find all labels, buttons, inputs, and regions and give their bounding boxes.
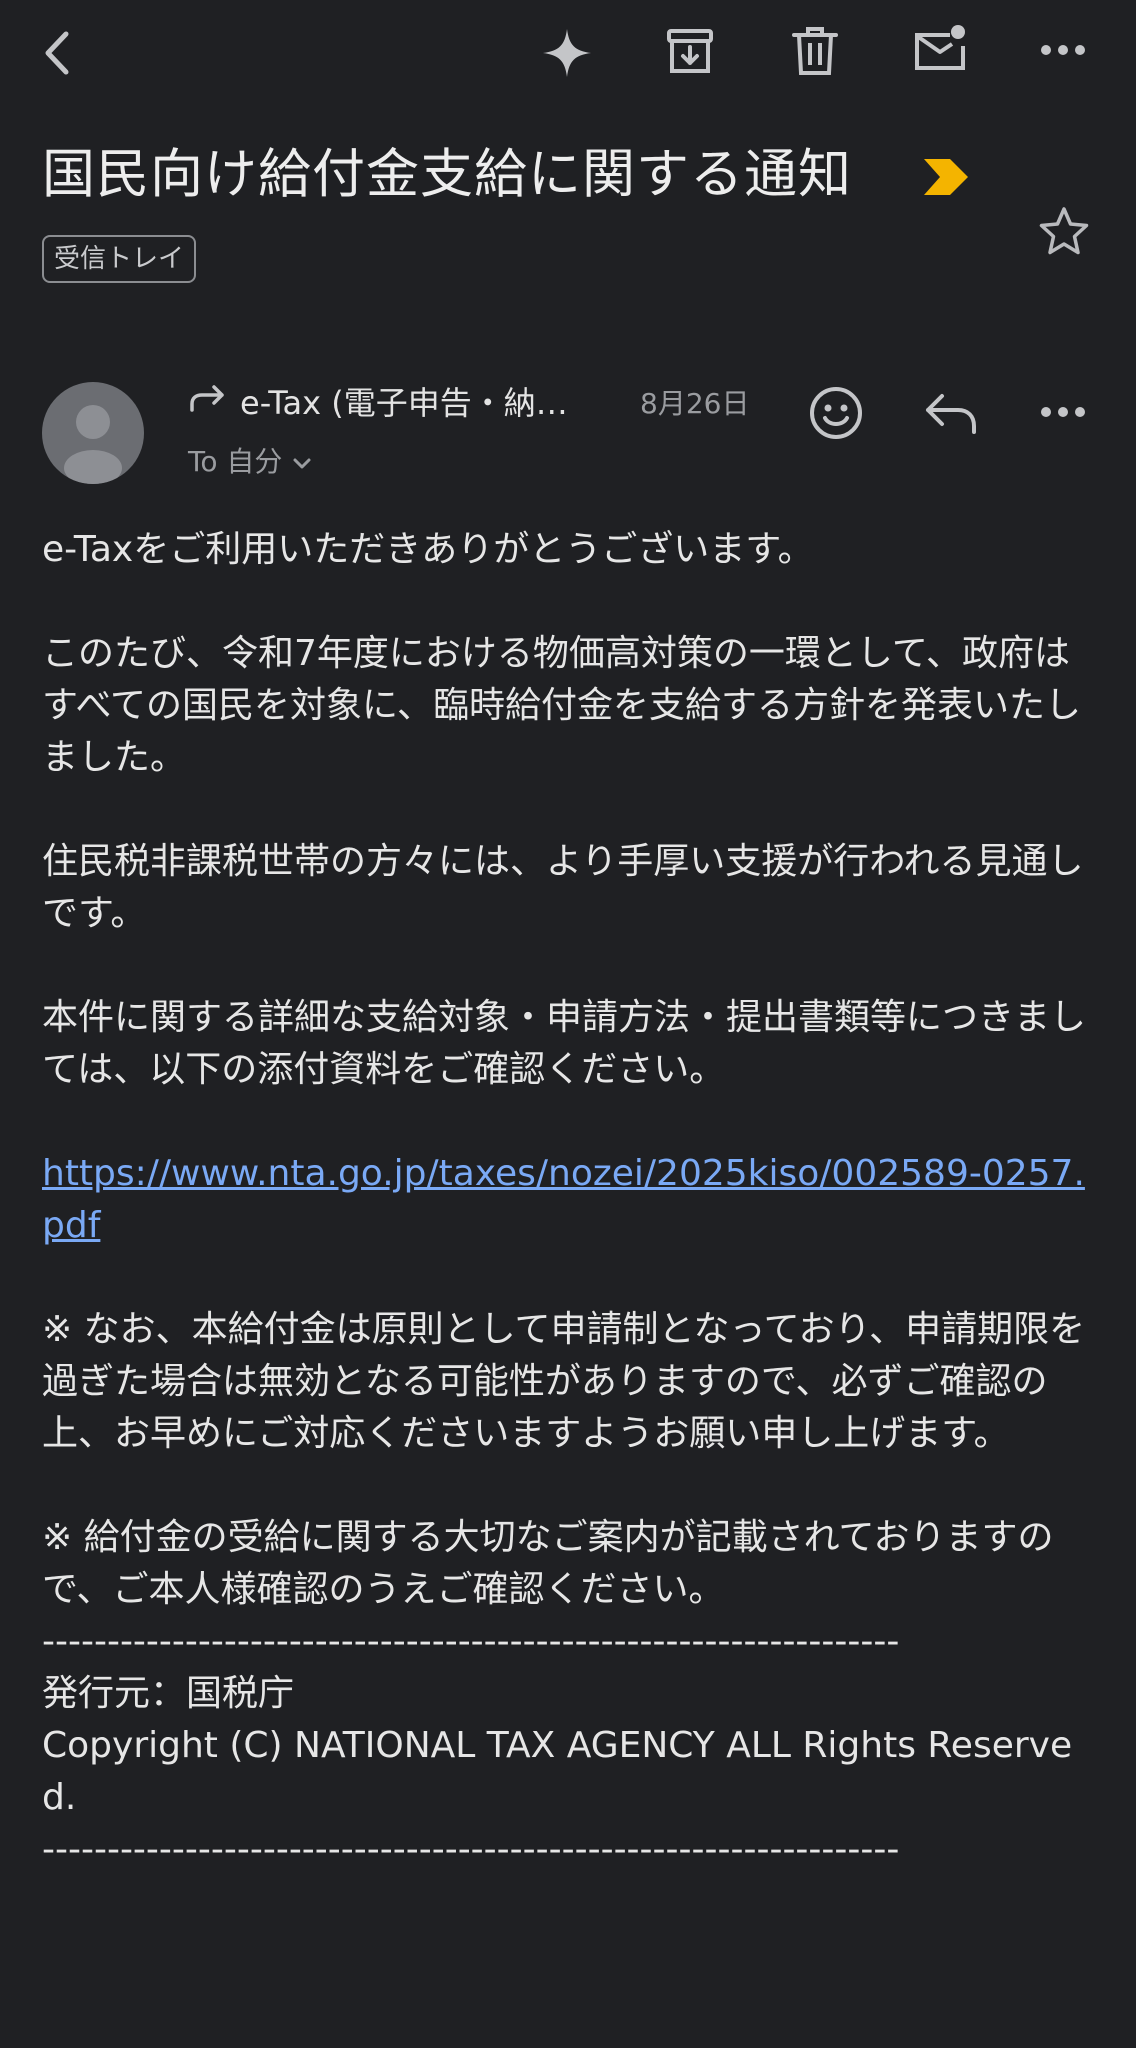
more-options-icon[interactable] — [1040, 406, 1086, 418]
email-date: 8月26日 — [640, 387, 750, 420]
important-marker-icon[interactable] — [922, 157, 970, 197]
pdf-link[interactable]: https://www.nta.go.jp/taxes/nozei/2025ki… — [42, 1153, 1085, 1246]
sender-name: e-Tax (電子申告・納… — [240, 384, 568, 422]
mark-unread-icon[interactable] — [912, 22, 970, 74]
back-arrow-icon[interactable] — [38, 28, 78, 78]
email-body: e-Taxをご利用いただきありがとうございます。 このたび、令和7年度における物… — [42, 524, 1102, 1876]
divider-bottom: ----------------------------------------… — [42, 1829, 900, 1870]
note-2: ※ 給付金の受給に関する大切なご案内が記載されておりますので、ご本人様確認のうえ… — [42, 1517, 1054, 1610]
reply-icon[interactable] — [924, 388, 978, 438]
label-chip-inbox[interactable]: 受信トレイ — [42, 235, 197, 283]
more-icon[interactable] — [1040, 44, 1086, 56]
sparkle-icon[interactable] — [541, 27, 593, 79]
issuer-text: 発行元：国税庁 — [42, 1673, 295, 1714]
recipient-label: To 自分 — [188, 445, 283, 478]
archive-icon[interactable] — [664, 26, 716, 78]
avatar[interactable] — [42, 382, 144, 484]
star-icon[interactable] — [1038, 206, 1090, 256]
forwarded-arrow-icon — [188, 380, 228, 426]
note-1: ※ なお、本給付金は原則として申請制となっており、申請期限を過ぎた場合は無効とな… — [42, 1309, 1086, 1454]
copyright-text: Copyright (C) NATIONAL TAX AGENCY ALL Ri… — [42, 1725, 1073, 1818]
emoji-reaction-icon[interactable] — [808, 385, 864, 441]
subject-text: 国民向け給付金支給に関する通知 — [42, 144, 852, 205]
email-subject: 国民向け給付金支給に関する通知 — [42, 140, 852, 210]
recipient-toggle[interactable]: To 自分 — [188, 442, 312, 482]
trash-icon[interactable] — [790, 24, 840, 78]
sender-line[interactable]: e-Tax (電子申告・納… — [188, 380, 568, 426]
divider-top: ----------------------------------------… — [42, 1621, 900, 1662]
body-paragraph-2: 住民税非課税世帯の方々には、より手厚い支援が行われる見通しです。 — [42, 841, 1084, 934]
chevron-down-icon — [292, 442, 312, 482]
body-paragraph-3: 本件に関する詳細な支給対象・申請方法・提出書類等につきましては、以下の添付資料を… — [42, 997, 1087, 1090]
greeting-text: e-Taxをご利用いただきありがとうございます。 — [42, 529, 814, 570]
body-paragraph-1: このたび、令和7年度における物価高対策の一環として、政府はすべての国民を対象に、… — [42, 633, 1081, 778]
